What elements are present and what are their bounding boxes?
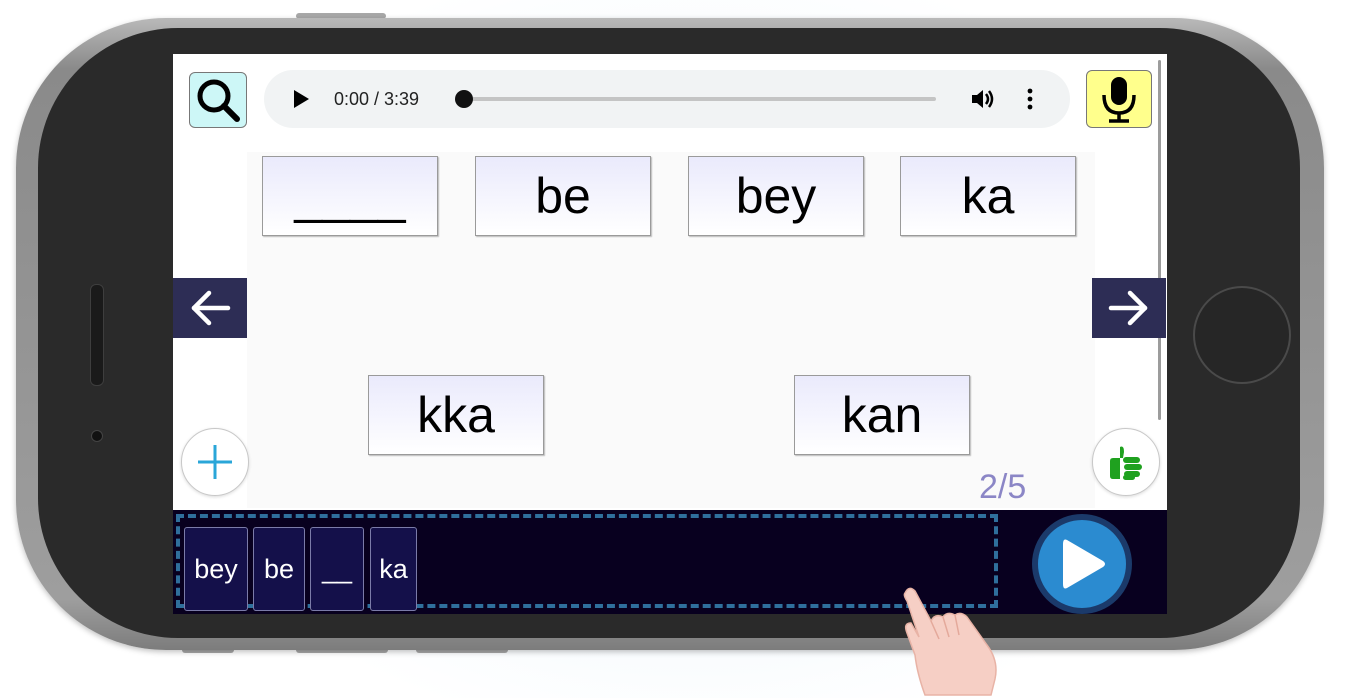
- phone-camera: [91, 430, 103, 442]
- search-button[interactable]: [189, 72, 247, 128]
- more-vertical-icon[interactable]: [1026, 87, 1034, 111]
- plus-icon: [198, 445, 232, 479]
- answer-chip-label: bey: [194, 553, 238, 584]
- phone-speaker: [90, 284, 104, 386]
- app-screen: 0:00 / 3:39 ____ be bey ka kka kan 2/5 b…: [173, 54, 1167, 614]
- word-tile-label: ka: [961, 168, 1015, 224]
- like-button[interactable]: [1092, 428, 1160, 496]
- word-tile-label: ____: [294, 168, 406, 224]
- add-button[interactable]: [181, 428, 249, 496]
- thumbs-up-icon: [1110, 446, 1142, 480]
- phone-home-button[interactable]: [1193, 286, 1291, 384]
- microphone-icon: [1102, 77, 1136, 123]
- search-icon: [197, 79, 240, 122]
- arrow-right-icon: [1108, 290, 1148, 326]
- answer-chip-label: ka: [379, 553, 408, 584]
- audio-seek-track[interactable]: [464, 97, 936, 101]
- microphone-button[interactable]: [1086, 70, 1152, 128]
- answer-chip-label: be: [263, 553, 295, 584]
- word-tile-label: bey: [735, 168, 817, 224]
- volume-icon[interactable]: [970, 87, 996, 111]
- word-tile[interactable]: ka: [900, 156, 1076, 236]
- next-button[interactable]: [1092, 278, 1166, 338]
- answer-chip[interactable]: ka: [370, 527, 417, 611]
- audio-seek-thumb[interactable]: [455, 90, 473, 108]
- previous-button[interactable]: [173, 278, 247, 338]
- word-tile[interactable]: ____: [262, 156, 438, 236]
- answer-chip[interactable]: bey: [184, 527, 248, 611]
- word-tile-label: kka: [417, 387, 495, 443]
- progress-counter: 2/5: [979, 468, 1027, 506]
- answer-chip[interactable]: __: [310, 527, 364, 611]
- word-tile[interactable]: kan: [794, 375, 970, 455]
- word-tile[interactable]: kka: [368, 375, 544, 455]
- audio-time: 0:00 / 3:39: [334, 89, 420, 109]
- audio-play-icon[interactable]: [294, 90, 309, 108]
- arrow-left-icon: [191, 290, 231, 326]
- word-tile[interactable]: be: [475, 156, 651, 236]
- word-tile[interactable]: bey: [688, 156, 864, 236]
- answer-chip-label: __: [321, 553, 353, 584]
- play-button[interactable]: [1032, 514, 1132, 614]
- word-tile-label: kan: [841, 387, 923, 443]
- play-icon: [1063, 539, 1105, 589]
- answer-bar: bey be __ ka: [173, 510, 1167, 614]
- word-tile-label: be: [535, 168, 591, 224]
- pointer-hand-icon: [903, 587, 997, 696]
- answer-chip[interactable]: be: [253, 527, 305, 611]
- scrollbar[interactable]: [1158, 60, 1161, 420]
- audio-player: 0:00 / 3:39: [264, 70, 1070, 128]
